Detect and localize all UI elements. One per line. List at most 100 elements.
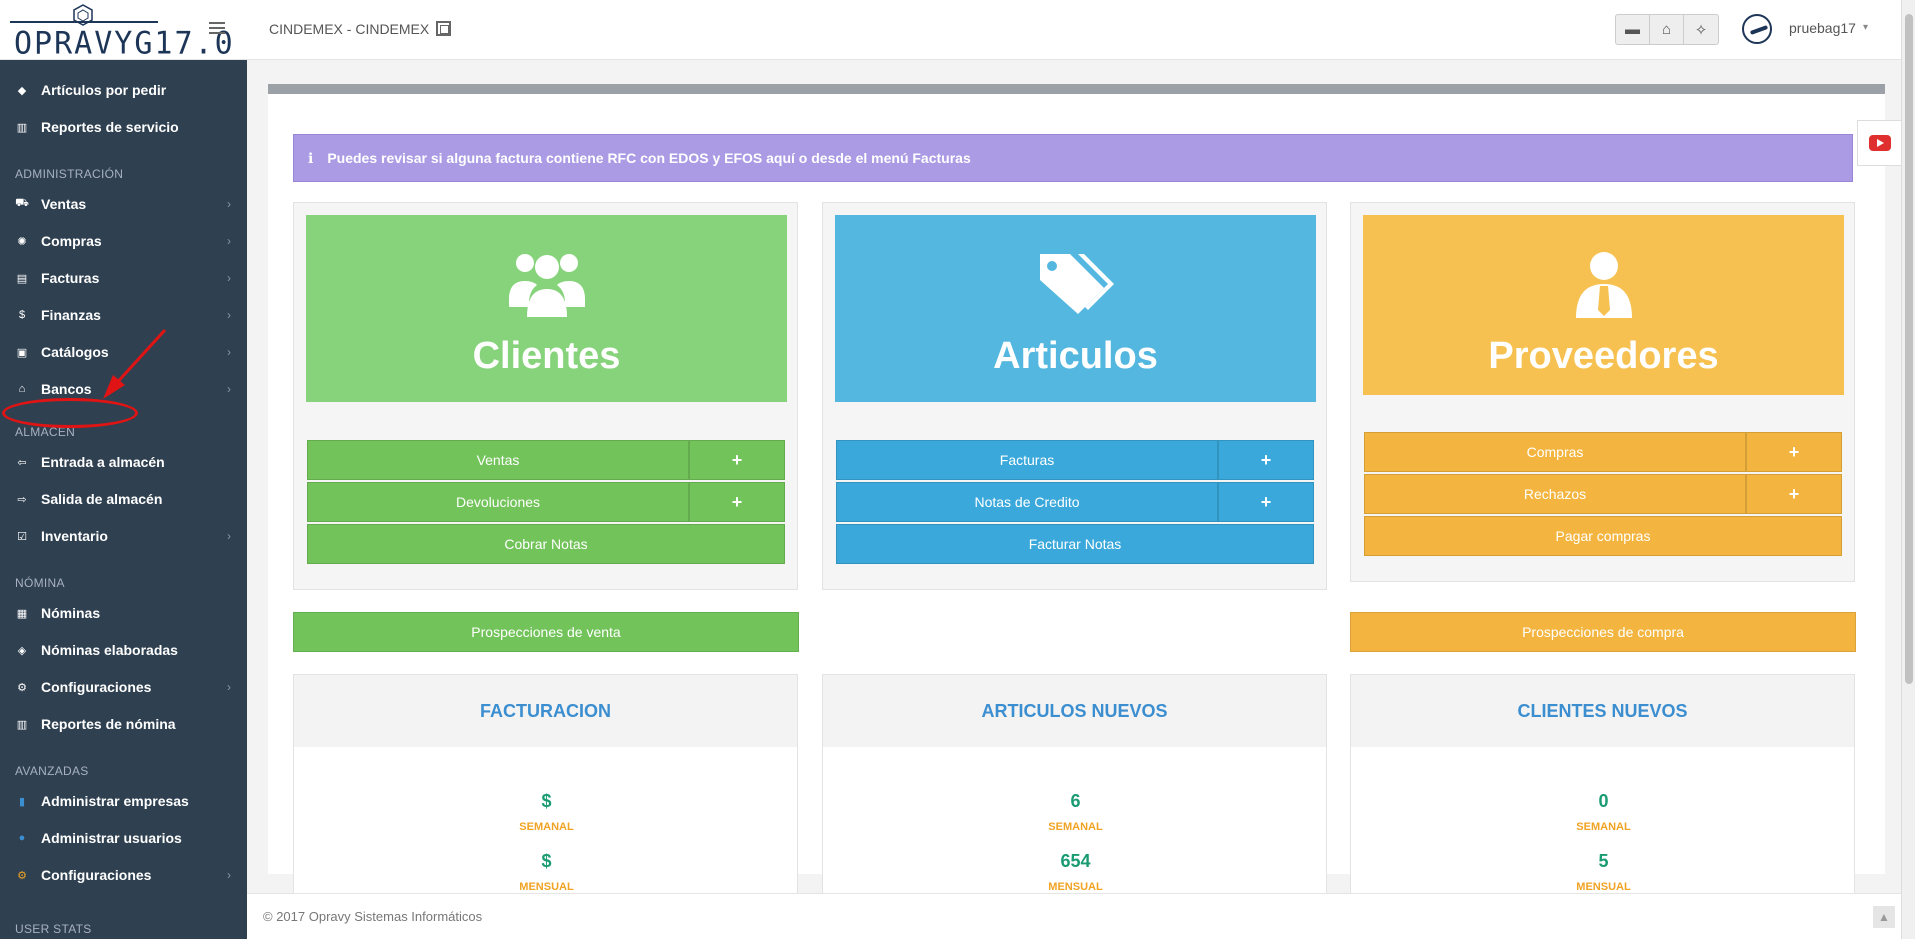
menu-toggle-icon[interactable] (209, 22, 225, 34)
add-rechazo-button[interactable]: + (1746, 474, 1842, 514)
sidebar-item-inventario[interactable]: ☑ Inventario › (0, 521, 247, 551)
sidebar-item-administrar-usuarios[interactable]: ● Administrar usuarios (0, 823, 247, 853)
stat-value-semanal: $ (541, 791, 552, 811)
stat-title: CLIENTES NUEVOS (1351, 675, 1854, 747)
fullscreen-icon[interactable] (436, 21, 451, 36)
logo-hex-icon (73, 4, 93, 26)
section-title-nomina: NÓMINA (15, 576, 65, 590)
chevron-right-icon: › (227, 868, 231, 882)
footer-copyright: © 2017 Opravy Sistemas Informáticos (263, 909, 483, 924)
panel-proveedores: Proveedores Compras + Rechazos + Pagar c… (1350, 202, 1855, 582)
chevron-right-icon: › (227, 345, 231, 359)
stat-label-semanal: SEMANAL (1048, 821, 1103, 833)
section-title-user-stats: USER STATS (15, 922, 92, 936)
scroll-top-icon[interactable]: ▲ (1873, 906, 1895, 928)
sidebar-item-label: Ventas (41, 196, 87, 212)
cogs-icon: ⚙ (17, 869, 27, 882)
sidebar-item-entrada-almacen[interactable]: ⇦ Entrada a almacén (0, 447, 247, 477)
clientes-hero[interactable]: Clientes (306, 215, 787, 402)
bar-chart-icon: ▥ (16, 718, 28, 731)
stat-label-mensual: MENSUAL (1576, 881, 1631, 893)
footer: © 2017 Opravy Sistemas Informáticos ▲ (247, 893, 1901, 939)
devoluciones-button[interactable]: Devoluciones (307, 482, 689, 522)
sidebar-item-compras[interactable]: ✺ Compras › (0, 226, 247, 256)
bar-chart-icon: ▥ (16, 121, 28, 134)
invoice-icon: ▤ (16, 272, 28, 285)
facturas-button-row: Facturas + (836, 440, 1314, 480)
chevron-right-icon: › (227, 234, 231, 248)
sidebar-item-salida-almacen[interactable]: ⇨ Salida de almacén (0, 484, 247, 514)
info-alert-text: Puedes revisar si alguna factura contien… (327, 150, 971, 166)
magic-wand-icon[interactable]: ✧ (1684, 15, 1718, 44)
sidebar-item-reportes-de-servicio[interactable]: ▥ Reportes de servicio (0, 112, 247, 142)
sidebar-item-label: Finanzas (41, 307, 101, 323)
notas-credito-button[interactable]: Notas de Credito (836, 482, 1218, 522)
sidebar-item-articulos-por-pedir[interactable]: ◆ Artículos por pedir (0, 75, 247, 105)
sidebar-item-configuraciones-avanzadas[interactable]: ⚙ Configuraciones › (0, 860, 247, 890)
devoluciones-button-row: Devoluciones + (307, 482, 785, 522)
chevron-down-icon[interactable]: ▾ (1863, 22, 1868, 33)
ventas-button[interactable]: Ventas (307, 440, 689, 480)
stat-value-mensual: $ (541, 851, 552, 871)
sidebar-item-label: Administrar usuarios (41, 830, 182, 846)
sidebar-item-configuraciones-nomina[interactable]: ⚙ Configuraciones › (0, 672, 247, 702)
prospecciones-venta-button[interactable]: Prospecciones de venta (293, 612, 799, 652)
cobrar-notas-button[interactable]: Cobrar Notas (307, 524, 785, 564)
add-factura-button[interactable]: + (1218, 440, 1314, 480)
facturar-notas-button[interactable]: Facturar Notas (836, 524, 1314, 564)
compras-button[interactable]: Compras (1364, 432, 1746, 472)
sidebar-item-label: Configuraciones (41, 867, 152, 883)
add-compra-button[interactable]: + (1746, 432, 1842, 472)
briefcase-icon[interactable]: ▬ (1616, 15, 1650, 44)
sidebar-item-label: Artículos por pedir (41, 82, 167, 98)
chevron-right-icon: › (227, 197, 231, 211)
stat-value-semanal: 0 (1598, 791, 1609, 811)
sidebar-item-label: Facturas (41, 270, 100, 286)
home-icon[interactable]: ⌂ (1650, 15, 1684, 44)
add-venta-button[interactable]: + (689, 440, 785, 480)
pagar-compras-button[interactable]: Pagar compras (1364, 516, 1842, 556)
section-title-administracion: ADMINISTRACIÓN (15, 167, 124, 181)
scrollbar-thumb[interactable] (1905, 14, 1913, 684)
sidebar-item-label: Reportes de nómina (41, 716, 176, 732)
cogs-icon: ⚙ (17, 681, 27, 694)
app-logo[interactable]: OPRAVYG17.0 (10, 2, 233, 62)
chevron-right-icon: › (227, 680, 231, 694)
user-avatar[interactable] (1742, 14, 1772, 44)
tags-icon: ◆ (17, 84, 27, 97)
page-scrollbar[interactable] (1901, 0, 1915, 939)
pagar-compras-row: Pagar compras (1364, 516, 1842, 556)
add-devolucion-button[interactable]: + (689, 482, 785, 522)
sidebar-item-ventas[interactable]: ⛟ Ventas › (0, 189, 247, 219)
articulos-title: Articulos (993, 335, 1158, 377)
stat-value-semanal: 6 (1070, 791, 1081, 811)
cobrar-notas-row: Cobrar Notas (307, 524, 785, 564)
sidebar-item-nominas[interactable]: ▦ Nóminas (0, 598, 247, 628)
add-nota-credito-button[interactable]: + (1218, 482, 1314, 522)
dollar-icon: $ (18, 309, 26, 321)
proveedores-hero[interactable]: Proveedores (1363, 215, 1844, 395)
building-icon: ▮ (18, 795, 26, 808)
panel-clientes: Clientes Ventas + Devoluciones + Cobrar … (293, 202, 798, 590)
youtube-tab[interactable] (1857, 120, 1901, 166)
prospecciones-compra-button[interactable]: Prospecciones de compra (1350, 612, 1856, 652)
sidebar-item-finanzas[interactable]: $ Finanzas › (0, 300, 247, 330)
sidebar-item-administrar-empresas[interactable]: ▮ Administrar empresas (0, 786, 247, 816)
articulos-hero[interactable]: Articulos (835, 215, 1316, 402)
annotation-arrow-icon (103, 328, 167, 399)
facturas-button[interactable]: Facturas (836, 440, 1218, 480)
user-icon: ● (18, 832, 26, 844)
stat-label-semanal: SEMANAL (1576, 821, 1631, 833)
sidebar-item-label: Configuraciones (41, 679, 152, 695)
rechazos-button[interactable]: Rechazos (1364, 474, 1746, 514)
notas-credito-button-row: Notas de Credito + (836, 482, 1314, 522)
stat-panel-clientes-nuevos: CLIENTES NUEVOS 0 SEMANAL 5 MENSUAL (1350, 674, 1855, 918)
toolbar-group: ▬ ⌂ ✧ (1615, 14, 1719, 45)
info-alert[interactable]: ℹ Puedes revisar si alguna factura conti… (293, 134, 1853, 182)
sidebar-item-nominas-elaboradas[interactable]: ◈ Nóminas elaboradas (0, 635, 247, 665)
sidebar-item-label: Inventario (41, 528, 108, 544)
chevron-right-icon: › (227, 529, 231, 543)
user-name[interactable]: pruebag17 (1789, 20, 1856, 36)
sidebar-item-facturas[interactable]: ▤ Facturas › (0, 263, 247, 293)
sidebar-item-reportes-nomina[interactable]: ▥ Reportes de nómina (0, 709, 247, 739)
